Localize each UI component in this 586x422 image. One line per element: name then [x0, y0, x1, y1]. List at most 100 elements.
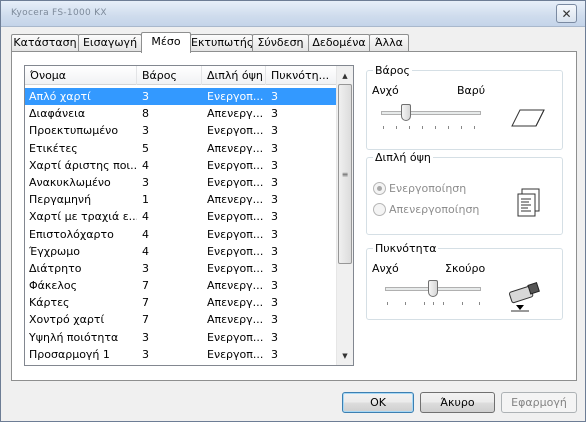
media-density-cell: 3	[271, 141, 278, 155]
media-weight-cell: 7	[142, 296, 149, 310]
list-item[interactable]: Ανακυκλωμένο 3 Ενεργοπ... 3	[25, 174, 338, 191]
media-weight-cell: 3	[142, 124, 149, 138]
list-item[interactable]: Χαρτί άριστης ποι... 4 Ενεργοπ... 3	[25, 157, 338, 174]
media-density-cell: 3	[271, 210, 278, 224]
media-weight-cell: 3	[142, 330, 149, 344]
weight-group: Βάρος Ανχό Βαρύ	[366, 64, 563, 150]
tab-media[interactable]: Μέσο	[141, 32, 191, 53]
tab-status[interactable]: Κατάσταση	[11, 34, 79, 52]
list-item[interactable]: Διάτρητο 3 Ενεργοπ... 3	[25, 260, 338, 277]
media-weight-cell: 3	[142, 175, 149, 189]
ok-button[interactable]: OK	[342, 392, 414, 413]
list-item[interactable]: Έγχρωμο 4 Ενεργοπ... 3	[25, 243, 338, 260]
media-name-cell: Κάρτες	[29, 296, 70, 310]
media-duplex-cell: Ενεργοπ...	[207, 347, 264, 361]
list-item[interactable]: Επιστολόχαρτο 4 Ενεργοπ... 3	[25, 226, 338, 243]
media-duplex-cell: Απενεργ...	[207, 107, 264, 121]
list-item[interactable]: Υψηλή ποιότητα 3 Ενεργοπ... 3	[25, 329, 338, 346]
weight-heavy-label: Βαρύ	[457, 84, 486, 97]
list-scrollbar[interactable]: ▲ ≡ ▼	[336, 66, 353, 365]
column-header-name[interactable]: Όνομα	[25, 66, 137, 85]
tab-connection[interactable]: Σύνδεση	[252, 34, 309, 52]
media-duplex-cell: Απενεργ...	[207, 279, 264, 293]
media-duplex-cell: Απενεργ...	[207, 193, 264, 207]
media-density-cell: 3	[271, 227, 278, 241]
list-item[interactable]: Ετικέτες 5 Απενεργ... 3	[25, 140, 338, 157]
density-light-label: Ανχό	[372, 262, 399, 275]
media-weight-cell: 4	[142, 210, 149, 224]
media-weight-cell: 4	[142, 227, 149, 241]
media-density-cell: 3	[271, 175, 278, 189]
media-duplex-cell: Απενεργ...	[207, 313, 264, 327]
media-density-cell: 3	[271, 261, 278, 275]
tab-data[interactable]: Δεδομένα	[308, 34, 370, 52]
media-weight-cell: 3	[142, 347, 149, 361]
tab-printer[interactable]: Εκτυπωτής	[190, 34, 253, 52]
duplex-off-label: Απενεργοποίηση	[389, 203, 480, 216]
duplex-on-radio[interactable]	[373, 182, 386, 195]
duplex-off-radio[interactable]	[373, 203, 386, 216]
list-item[interactable]: Χαρτί με τραχιά ε... 4 Ενεργοπ... 3	[25, 208, 338, 225]
media-name-cell: Χαρτί άριστης ποι...	[29, 158, 137, 172]
list-item[interactable]: Χοντρό χαρτί 7 Απενεργ... 3	[25, 311, 338, 328]
media-name-cell: Διάτρητο	[29, 261, 82, 275]
list-item[interactable]: Προσαρμογή 1 3 Ενεργοπ... 3	[25, 346, 338, 363]
scroll-thumb[interactable]: ≡	[338, 84, 352, 264]
list-item[interactable]: Φάκελος 7 Απενεργ... 3	[25, 277, 338, 294]
media-density-cell: 3	[271, 330, 278, 344]
media-duplex-cell: Ενεργοπ...	[207, 90, 264, 103]
title-bar[interactable]: Kyocera FS-1000 KX ✕	[1, 1, 585, 27]
media-duplex-cell: Ενεργοπ...	[207, 210, 264, 224]
scroll-down-icon[interactable]: ▼	[337, 347, 353, 364]
media-density-cell: 3	[271, 347, 278, 361]
column-header-weight[interactable]: Βάρος	[137, 66, 202, 85]
media-duplex-cell: Ενεργοπ...	[207, 175, 264, 189]
media-weight-cell: 3	[142, 261, 149, 275]
density-group-title: Πυκνότητα	[373, 242, 439, 255]
tab-other[interactable]: Άλλα	[369, 34, 409, 52]
media-name-cell: Ανακυκλωμένο	[29, 175, 111, 189]
media-density-cell: 3	[271, 313, 278, 327]
duplex-document-icon	[517, 188, 540, 217]
column-header-density[interactable]: Πυκνότη...	[266, 66, 338, 85]
list-header: Όνομα Βάρος Διπλή όψη Πυκνότη...	[25, 66, 338, 85]
media-name-cell: Επιστολόχαρτο	[29, 227, 114, 241]
media-duplex-cell: Ενεργοπ...	[207, 227, 264, 241]
weight-light-label: Ανχό	[372, 84, 399, 97]
apply-button[interactable]: Εφαρμογή	[501, 392, 577, 413]
list-item[interactable]: Περγαμηνή 1 Απενεργ... 3	[25, 191, 338, 208]
close-icon: ✕	[561, 6, 572, 21]
column-header-duplex[interactable]: Διπλή όψη	[202, 66, 266, 85]
list-item[interactable]: Διαφάνεια 8 Απενεργ... 3	[25, 105, 338, 122]
media-duplex-cell: Ενεργοπ...	[207, 124, 264, 138]
media-list[interactable]: Όνομα Βάρος Διπλή όψη Πυκνότη... Απλό χα…	[24, 65, 354, 366]
media-weight-cell: 7	[142, 313, 149, 327]
toner-cartridge-icon	[509, 282, 540, 312]
media-density-cell: 3	[271, 107, 278, 121]
media-weight-cell: 5	[142, 141, 149, 155]
density-slider-thumb[interactable]	[428, 280, 438, 297]
tab-input[interactable]: Εισαγωγή	[78, 34, 142, 52]
weight-slider-thumb[interactable]	[401, 104, 411, 121]
list-item[interactable]: Απλό χαρτί 3 Ενεργοπ... 3	[25, 88, 338, 106]
media-duplex-cell: Ενεργοπ...	[207, 158, 264, 172]
density-group: Πυκνότητα Ανχό Σκούρο	[366, 242, 563, 320]
close-button[interactable]: ✕	[556, 4, 577, 23]
media-weight-cell: 1	[142, 193, 149, 207]
cancel-button[interactable]: Άκυρο	[420, 392, 495, 413]
media-weight-cell: 7	[142, 279, 149, 293]
media-name-cell: Απλό χαρτί	[29, 90, 91, 103]
media-name-cell: Περγαμηνή	[29, 193, 92, 207]
media-duplex-cell: Απενεργ...	[207, 296, 264, 310]
media-density-cell: 3	[271, 193, 278, 207]
printer-properties-dialog: Kyocera FS-1000 KX ✕ Κατάσταση Εισαγωγή …	[0, 0, 586, 422]
window-title: Kyocera FS-1000 KX	[11, 8, 107, 18]
media-duplex-cell: Απενεργ...	[207, 141, 264, 155]
media-name-cell: Προεκτυπωμένο	[29, 124, 119, 138]
scroll-up-icon[interactable]: ▲	[337, 67, 353, 84]
density-dark-label: Σκούρο	[445, 262, 486, 275]
list-item[interactable]: Κάρτες 7 Απενεργ... 3	[25, 294, 338, 311]
list-item[interactable]: Προεκτυπωμένο 3 Ενεργοπ... 3	[25, 122, 338, 139]
media-density-cell: 3	[271, 296, 278, 310]
media-name-cell: Χοντρό χαρτί	[29, 313, 105, 327]
